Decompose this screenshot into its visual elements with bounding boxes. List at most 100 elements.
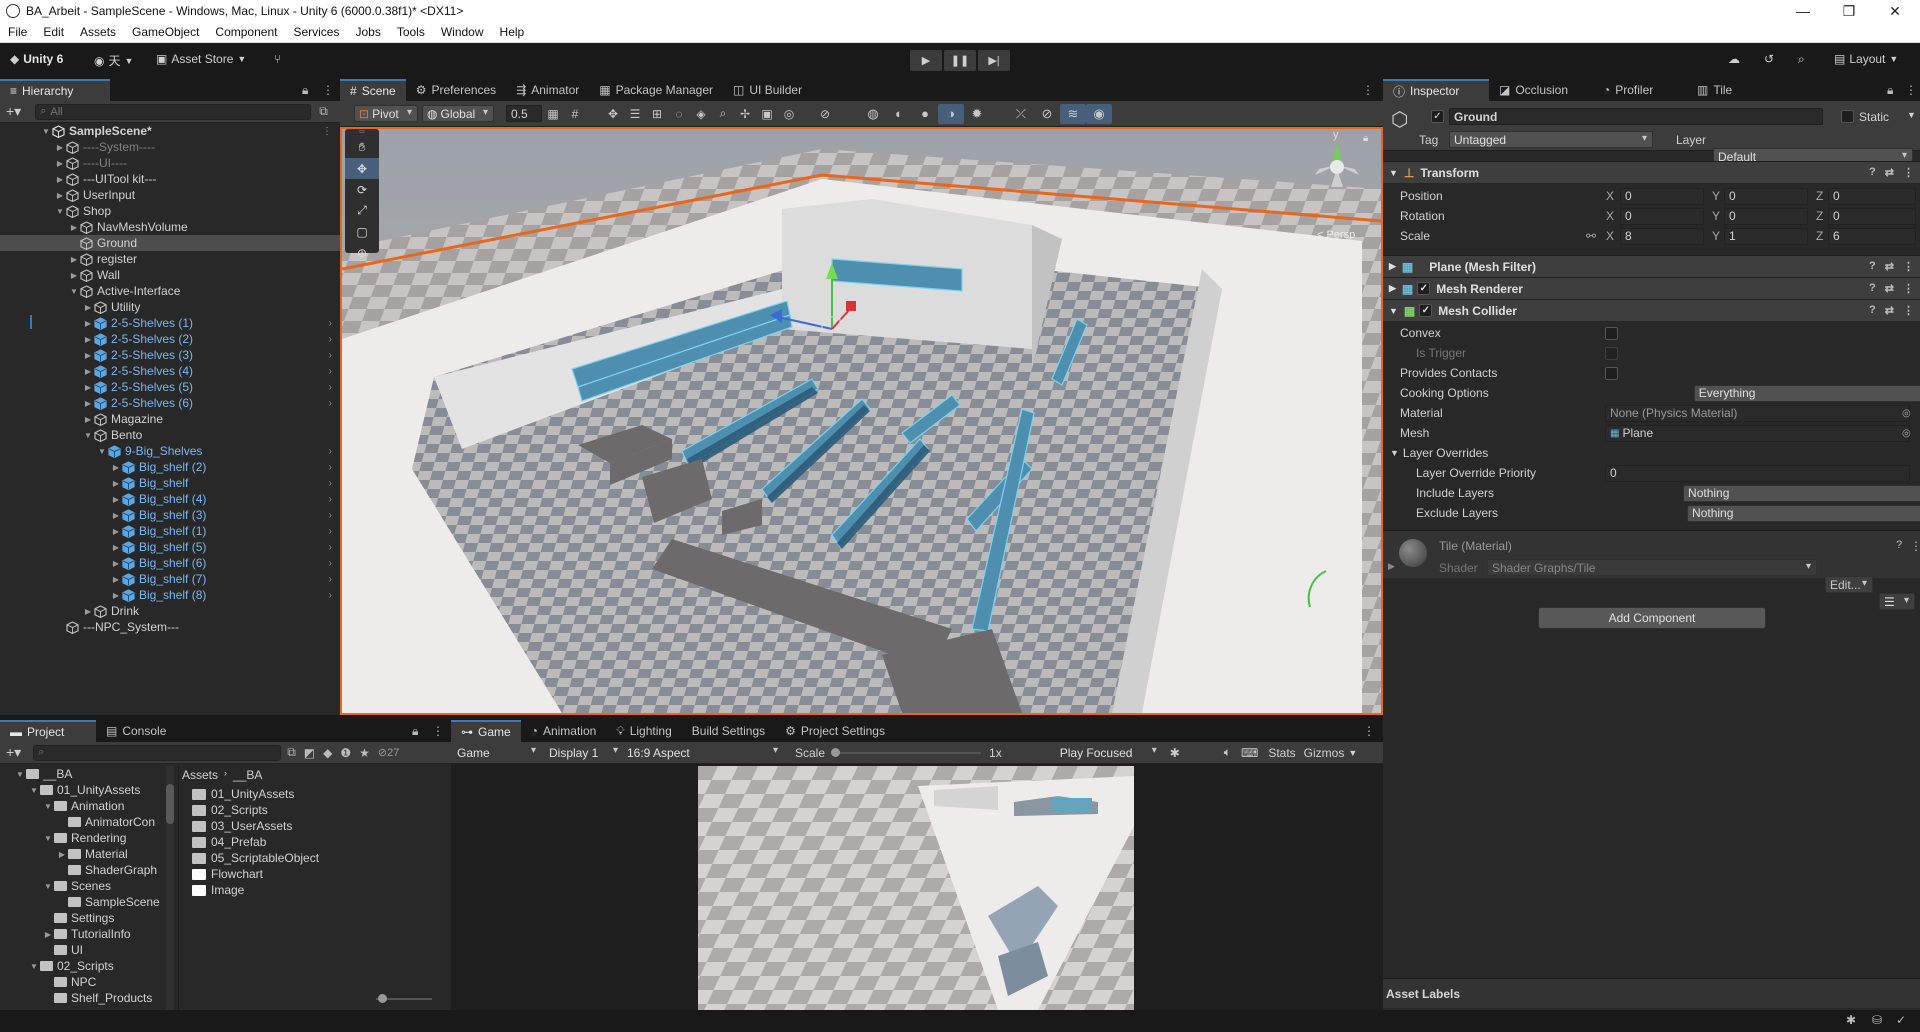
project-folder-row[interactable]: ▼ Rendering bbox=[0, 830, 166, 846]
history-icon[interactable]: ↺ bbox=[1764, 52, 1774, 66]
hierarchy-row[interactable]: ▶ Big_shelf › bbox=[0, 475, 340, 491]
project-folder-row[interactable]: ▶ Material bbox=[0, 846, 166, 862]
rotation-z-field[interactable]: 0 bbox=[1828, 207, 1916, 225]
chevron-down-icon[interactable]: ▼ bbox=[42, 802, 54, 811]
menu-services[interactable]: Services bbox=[285, 25, 347, 39]
open-prefab-icon[interactable]: › bbox=[329, 462, 332, 473]
chevron-right-icon[interactable]: ▶ bbox=[82, 399, 94, 408]
project-folder-row[interactable]: ShaderGraph bbox=[0, 862, 166, 878]
hierarchy-row[interactable]: ▶ 2-5-Shelves (1) › bbox=[0, 315, 340, 331]
project-file-row[interactable]: Image bbox=[192, 882, 244, 898]
project-folder-row[interactable]: ▼ 02_Scripts bbox=[0, 958, 166, 974]
keyboard-icon[interactable]: ⌨ bbox=[1241, 746, 1258, 760]
chevron-right-icon[interactable]: ▶ bbox=[110, 479, 122, 488]
hierarchy-row[interactable]: Ground bbox=[0, 235, 340, 251]
chevron-down-icon[interactable]: ▼ bbox=[54, 207, 66, 216]
tab-profiler[interactable]: ◔ Profiler bbox=[1593, 79, 1687, 101]
constrain-proportions-icon[interactable]: ⚯ bbox=[1586, 229, 1596, 243]
tab-package-manager[interactable]: ▦ Package Manager bbox=[589, 79, 723, 101]
hierarchy-row[interactable]: ▶ Big_shelf (5) › bbox=[0, 539, 340, 555]
open-prefab-icon[interactable]: › bbox=[329, 398, 332, 409]
filter-icon[interactable]: ⧉ bbox=[319, 104, 328, 119]
chevron-down-icon[interactable]: ▼ bbox=[42, 834, 54, 843]
hierarchy-row[interactable]: ---NPC_System--- bbox=[0, 619, 340, 635]
hierarchy-row[interactable]: ▶ 2-5-Shelves (2) › bbox=[0, 331, 340, 347]
menu-help[interactable]: Help bbox=[492, 25, 533, 39]
tab-inspector[interactable]: ⓘ Inspector bbox=[1383, 79, 1489, 101]
menu-file[interactable]: File bbox=[0, 25, 35, 39]
chevron-right-icon[interactable]: ▶ bbox=[56, 850, 68, 859]
project-folder-row[interactable]: ▶ TutorialInfo bbox=[0, 926, 166, 942]
mesh-filter-header[interactable]: ▶ ▦ Plane (Mesh Filter) ? ⇄ ⋮ bbox=[1383, 255, 1920, 277]
effects-off-icon[interactable]: ⤫ bbox=[1008, 104, 1034, 124]
project-file-row[interactable]: 01_UnityAssets bbox=[192, 786, 294, 802]
more-menu-icon[interactable]: ⋮ bbox=[1363, 724, 1375, 738]
warning-filter-icon[interactable]: ❶ bbox=[340, 746, 351, 760]
material-header[interactable]: ▶ Tile (Material) ? ⋮ Shader Shader Grap… bbox=[1383, 530, 1920, 610]
chevron-down-icon[interactable]: ▼ bbox=[68, 287, 80, 296]
chevron-right-icon[interactable]: ▶ bbox=[82, 415, 94, 424]
preset-icon[interactable]: ⇄ bbox=[1885, 304, 1894, 317]
hierarchy-row[interactable]: ▶ ----UI---- bbox=[0, 155, 340, 171]
orbit-icon[interactable]: ◌ bbox=[668, 104, 690, 124]
breadcrumb-ba[interactable]: __BA bbox=[233, 768, 262, 782]
hierarchy-row[interactable]: ▼ Bento bbox=[0, 427, 340, 443]
transform-header[interactable]: ▼ ⊥ Transform ? ⇄ ⋮ bbox=[1383, 161, 1920, 183]
menu-edit[interactable]: Edit bbox=[35, 25, 72, 39]
open-prefab-icon[interactable]: › bbox=[329, 510, 332, 521]
rect-tool-icon[interactable]: ▢ bbox=[345, 221, 379, 242]
scene-root-row[interactable]: ▼ SampleScene* ⋮ bbox=[0, 123, 340, 139]
tag-dropdown[interactable]: Untagged bbox=[1449, 131, 1653, 148]
hierarchy-row[interactable]: ▼ 9-Big_Shelves › bbox=[0, 443, 340, 459]
tab-animator[interactable]: ⇶ Animator bbox=[506, 79, 589, 101]
project-file-row[interactable]: 05_ScriptableObject bbox=[192, 850, 319, 866]
chevron-right-icon[interactable]: ▶ bbox=[42, 930, 54, 939]
open-prefab-icon[interactable]: › bbox=[329, 558, 332, 569]
chevron-right-icon[interactable]: ▶ bbox=[110, 495, 122, 504]
project-folder-row[interactable]: SampleScene bbox=[0, 894, 166, 910]
project-folder-row[interactable]: AnimatorCon bbox=[0, 814, 166, 830]
hierarchy-search-input[interactable]: ⌕ All bbox=[35, 103, 312, 120]
lock-icon[interactable]: 🔒︎ bbox=[302, 83, 308, 98]
open-prefab-icon[interactable]: › bbox=[329, 542, 332, 553]
add-icon[interactable]: +▾ bbox=[6, 744, 21, 761]
transform-tool-icon[interactable]: ⊕ bbox=[345, 242, 379, 263]
hierarchy-row[interactable]: ▼ Active-Interface bbox=[0, 283, 340, 299]
mesh-renderer-enabled-checkbox[interactable]: ✓ bbox=[1417, 282, 1431, 295]
exclude-layers-dropdown[interactable]: Nothing bbox=[1687, 504, 1920, 522]
chevron-right-icon[interactable]: ▶ bbox=[82, 319, 94, 328]
type-filter-icon[interactable]: ◩ bbox=[304, 746, 315, 760]
help-icon[interactable]: ? bbox=[1869, 166, 1876, 179]
static-checkbox[interactable] bbox=[1841, 110, 1854, 123]
chevron-right-icon[interactable]: ▶ bbox=[68, 223, 80, 232]
chevron-right-icon[interactable]: ▶ bbox=[82, 383, 94, 392]
play-focus-dropdown[interactable]: Play Focused bbox=[1055, 744, 1162, 761]
global-dropdown[interactable]: ◍ Global bbox=[422, 105, 494, 122]
shader-dropdown[interactable]: Shader Graphs/Tile bbox=[1487, 559, 1817, 576]
move-tool-icon[interactable]: ✥ bbox=[345, 158, 379, 179]
help-icon[interactable]: ? bbox=[1869, 260, 1876, 273]
more-menu-icon[interactable]: ⋮ bbox=[322, 126, 332, 137]
hierarchy-row[interactable]: ▶ Big_shelf (3) › bbox=[0, 507, 340, 523]
scale-slider[interactable] bbox=[831, 747, 982, 757]
chevron-right-icon[interactable]: ▶ bbox=[54, 143, 66, 152]
asset-labels-bar[interactable]: Asset Labels bbox=[1383, 978, 1920, 1008]
audio-off-icon[interactable]: ⊘ bbox=[1034, 104, 1060, 124]
tab-project-settings[interactable]: ⚙ Project Settings bbox=[775, 720, 895, 742]
scale-slider-thumb[interactable] bbox=[831, 747, 841, 757]
render-shaded-icon[interactable]: ◑ bbox=[938, 103, 964, 124]
open-prefab-icon[interactable]: › bbox=[329, 494, 332, 505]
open-prefab-icon[interactable]: › bbox=[329, 334, 332, 345]
position-y-field[interactable]: 0 bbox=[1724, 187, 1808, 205]
hierarchy-row[interactable]: ▶ 2-5-Shelves (4) › bbox=[0, 363, 340, 379]
chevron-right-icon[interactable]: ▶ bbox=[110, 559, 122, 568]
snap-increment-field[interactable]: 0.5 bbox=[506, 105, 542, 122]
zoom-slider-thumb[interactable] bbox=[378, 994, 387, 1003]
tab-animation[interactable]: ◔ Animation bbox=[521, 720, 607, 742]
position-z-field[interactable]: 0 bbox=[1828, 187, 1916, 205]
hierarchy-row[interactable]: ▶ UserInput bbox=[0, 187, 340, 203]
provides-contacts-checkbox[interactable] bbox=[1605, 366, 1618, 380]
open-prefab-icon[interactable]: › bbox=[329, 478, 332, 489]
check-icon[interactable]: ✓ bbox=[1896, 1013, 1906, 1027]
chevron-right-icon[interactable]: ▶ bbox=[82, 303, 94, 312]
